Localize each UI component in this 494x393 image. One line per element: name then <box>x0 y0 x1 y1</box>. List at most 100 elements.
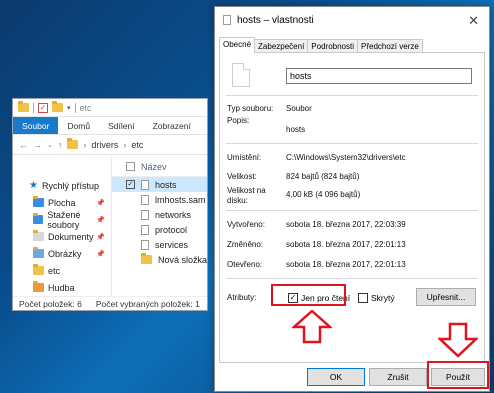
cancel-button[interactable]: Zrušit <box>369 368 427 386</box>
new-folder-icon[interactable] <box>52 101 63 112</box>
file-icon <box>140 194 149 205</box>
file-row-networks[interactable]: networks <box>112 207 207 222</box>
music-folder-icon <box>33 281 44 292</box>
status-item-count: Počet položek: 6 <box>19 298 82 309</box>
dialog-title: hosts – vlastnosti <box>237 14 314 26</box>
file-icon <box>140 209 149 220</box>
breadcrumb-separator-icon: › <box>83 139 87 150</box>
description-label: Popis: <box>227 116 250 125</box>
type-value: Soubor <box>286 104 312 113</box>
size-value: 824 bajtů (824 bajtů) <box>286 172 360 181</box>
explorer-title: etc <box>79 102 92 113</box>
created-value: sobota 18. března 2017, 22:03:39 <box>286 220 406 229</box>
pin-icon[interactable]: 📌 <box>96 233 105 241</box>
ribbon-tab-view[interactable]: Zobrazení <box>144 117 200 134</box>
location-label: Umístění: <box>227 153 262 162</box>
explorer-window: ✓ ▾ etc Soubor Domů Sdílení Zobrazení ← … <box>12 98 208 311</box>
advanced-button[interactable]: Upřesnit... <box>416 288 476 306</box>
status-selected-count: Počet vybraných položek: 1 <box>95 298 200 309</box>
file-icon <box>140 179 149 190</box>
address-folder-icon <box>67 138 79 149</box>
down-arrow-annotation-icon <box>438 322 478 358</box>
checkbox-empty-icon[interactable] <box>358 293 368 303</box>
ribbon-tabs: Soubor Domů Sdílení Zobrazení <box>13 117 207 135</box>
nav-item-pictures[interactable]: Obrázky 📌 <box>13 245 111 262</box>
modified-value: sobota 18. března 2017, 22:01:13 <box>286 240 406 249</box>
file-icon <box>140 239 149 250</box>
star-icon: ★ <box>29 180 38 191</box>
row-checkbox[interactable]: ✓ <box>125 180 135 189</box>
file-row-protocol[interactable]: protocol <box>112 222 207 237</box>
downloads-folder-icon <box>33 213 44 224</box>
file-row-lmhosts[interactable]: lmhosts.sam <box>112 192 207 207</box>
status-bar: Počet položek: 6 Počet vybraných položek… <box>13 296 207 310</box>
address-bar[interactable]: ← → ⌄ ↑ › drivers › etc <box>13 135 207 155</box>
ribbon-tab-home[interactable]: Domů <box>58 117 99 134</box>
hidden-checkbox[interactable]: Skrytý <box>358 293 395 303</box>
dialog-titlebar: hosts – vlastnosti <box>215 7 489 33</box>
pin-icon[interactable]: 📌 <box>96 199 105 207</box>
chevron-down-icon[interactable]: ▾ <box>67 104 71 112</box>
file-row-new-folder[interactable]: Nová složka <box>112 252 207 267</box>
tab-security[interactable]: Zabezpečení <box>254 39 309 53</box>
file-row-hosts[interactable]: ✓ hosts <box>111 177 207 192</box>
nav-item-desktop[interactable]: Plocha 📌 <box>13 194 111 211</box>
modified-label: Změněno: <box>227 240 264 249</box>
folder-icon <box>140 253 152 264</box>
properties-check-icon[interactable]: ✓ <box>38 102 48 113</box>
desktop-folder-icon <box>33 196 44 207</box>
file-icon <box>140 224 149 235</box>
attributes-label: Atributy: <box>227 293 257 302</box>
size-on-disk-label: Velikost na disku: <box>227 186 266 205</box>
nav-item-music[interactable]: Hudba <box>13 279 111 296</box>
tab-details[interactable]: Podrobnosti <box>307 39 358 53</box>
folder-icon <box>33 264 44 275</box>
nav-item-downloads[interactable]: Stažené soubory 📌 <box>13 210 111 230</box>
file-list: Název ✓ hosts lmhosts.sam networks proto… <box>111 157 207 296</box>
accessed-label: Otevřeno: <box>227 260 263 269</box>
ribbon-tab-share[interactable]: Sdílení <box>99 117 143 134</box>
readonly-highlight-box <box>271 284 346 306</box>
divider <box>226 143 478 144</box>
breadcrumb-etc[interactable]: etc <box>131 140 143 150</box>
location-value: C:\Windows\System32\drivers\etc <box>286 153 406 162</box>
back-arrow-icon[interactable]: ← <box>19 140 28 150</box>
apply-highlight-box <box>427 361 489 389</box>
up-arrow-icon[interactable]: ↑ <box>58 140 63 150</box>
pin-icon[interactable]: 📌 <box>96 250 105 258</box>
nav-item-quick-access[interactable]: ★ Rychlý přístup <box>13 177 111 194</box>
size-on-disk-value: 4,00 kB (4 096 bajtů) <box>286 190 361 199</box>
file-type-icon <box>232 63 250 87</box>
breadcrumb-drivers[interactable]: drivers <box>91 140 118 150</box>
tab-previous-versions[interactable]: Předchozí verze <box>357 39 423 53</box>
recent-chevron-icon[interactable]: ⌄ <box>47 141 53 149</box>
nav-item-etc[interactable]: etc <box>13 262 111 279</box>
divider <box>226 210 478 211</box>
divider <box>226 95 478 96</box>
select-all-checkbox[interactable] <box>125 162 135 171</box>
explorer-titlebar: ✓ ▾ etc <box>13 99 207 117</box>
pin-icon[interactable]: 📌 <box>96 216 105 224</box>
size-label: Velikost: <box>227 172 257 181</box>
general-panel: hosts Typ souboru: Soubor Popis: hosts U… <box>219 52 485 363</box>
ribbon-tab-file[interactable]: Soubor <box>13 117 59 134</box>
ok-button[interactable]: OK <box>307 368 365 386</box>
dialog-tabs: Obecné Zabezpečení Podrobnosti Předchozí… <box>219 37 423 53</box>
navigation-pane: ★ Rychlý přístup Plocha 📌 Stažené soubor… <box>13 157 112 296</box>
accessed-value: sobota 18. března 2017, 22:01:13 <box>286 260 406 269</box>
file-icon <box>223 15 231 25</box>
forward-arrow-icon[interactable]: → <box>33 140 42 150</box>
description-value: hosts <box>286 125 306 134</box>
nav-item-documents[interactable]: Dokumenty 📌 <box>13 228 111 245</box>
up-arrow-annotation-icon <box>292 310 332 344</box>
created-label: Vytvořeno: <box>227 220 265 229</box>
filename-field[interactable]: hosts <box>286 68 472 84</box>
folder-icon <box>18 101 29 112</box>
file-row-services[interactable]: services <box>112 237 207 252</box>
tab-general[interactable]: Obecné <box>219 37 256 53</box>
pictures-folder-icon <box>33 247 44 258</box>
breadcrumb-separator-icon: › <box>123 139 127 150</box>
divider <box>226 278 478 279</box>
close-icon[interactable]: ✕ <box>468 13 479 29</box>
column-header-name[interactable]: Název <box>111 157 207 177</box>
